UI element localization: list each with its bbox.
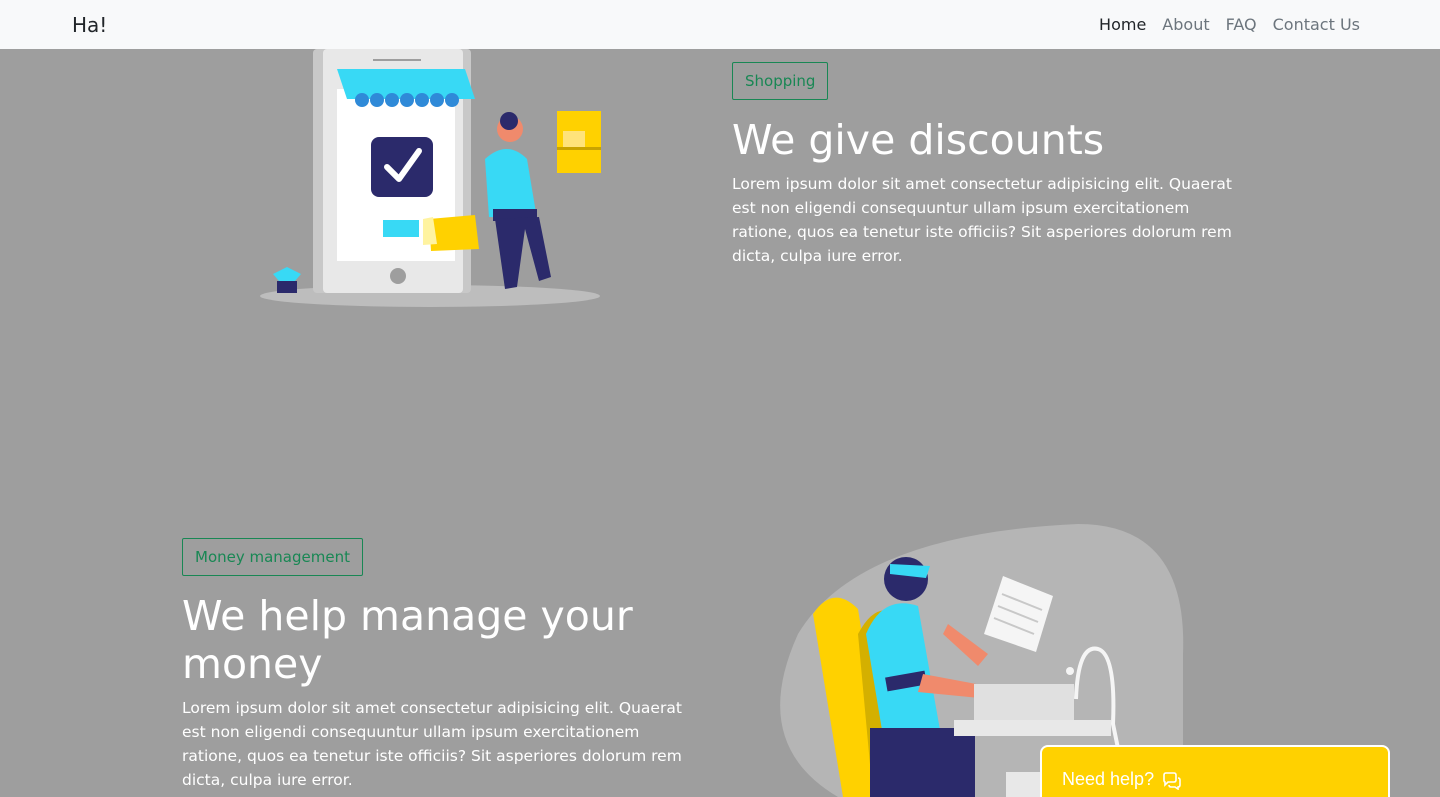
nav-item-about: About	[1162, 15, 1209, 34]
nav-menu: Home About FAQ Contact Us	[1099, 15, 1360, 34]
nav-link-home[interactable]: Home	[1099, 15, 1146, 34]
need-help-button[interactable]: Need help?	[1040, 745, 1390, 797]
section-body-manage-money: Lorem ipsum dolor sit amet consectetur a…	[182, 699, 682, 789]
nav-link-faq[interactable]: FAQ	[1226, 15, 1257, 34]
nav-link-contact[interactable]: Contact Us	[1273, 15, 1360, 34]
section-body-discounts: Lorem ipsum dolor sit amet consectetur a…	[732, 175, 1232, 265]
nav-item-home: Home	[1099, 15, 1146, 34]
section-badge-shopping[interactable]: Shopping	[732, 62, 829, 100]
section-title-manage-money: We help manage your money	[182, 592, 633, 688]
nav-item-contact: Contact Us	[1273, 15, 1360, 34]
section-badge-money-management[interactable]: Money management	[182, 538, 363, 576]
need-help-label: Need help?	[1062, 769, 1155, 789]
navbar: Ha! Home About FAQ Contact Us	[0, 0, 1440, 49]
brand-logo[interactable]: Ha!	[72, 13, 107, 37]
nav-link-about[interactable]: About	[1162, 15, 1209, 34]
section-title-discounts: We give discounts	[732, 116, 1105, 164]
shopping-illustration	[260, 49, 601, 307]
nav-item-faq: FAQ	[1226, 15, 1257, 34]
chat-icon	[1162, 772, 1182, 790]
